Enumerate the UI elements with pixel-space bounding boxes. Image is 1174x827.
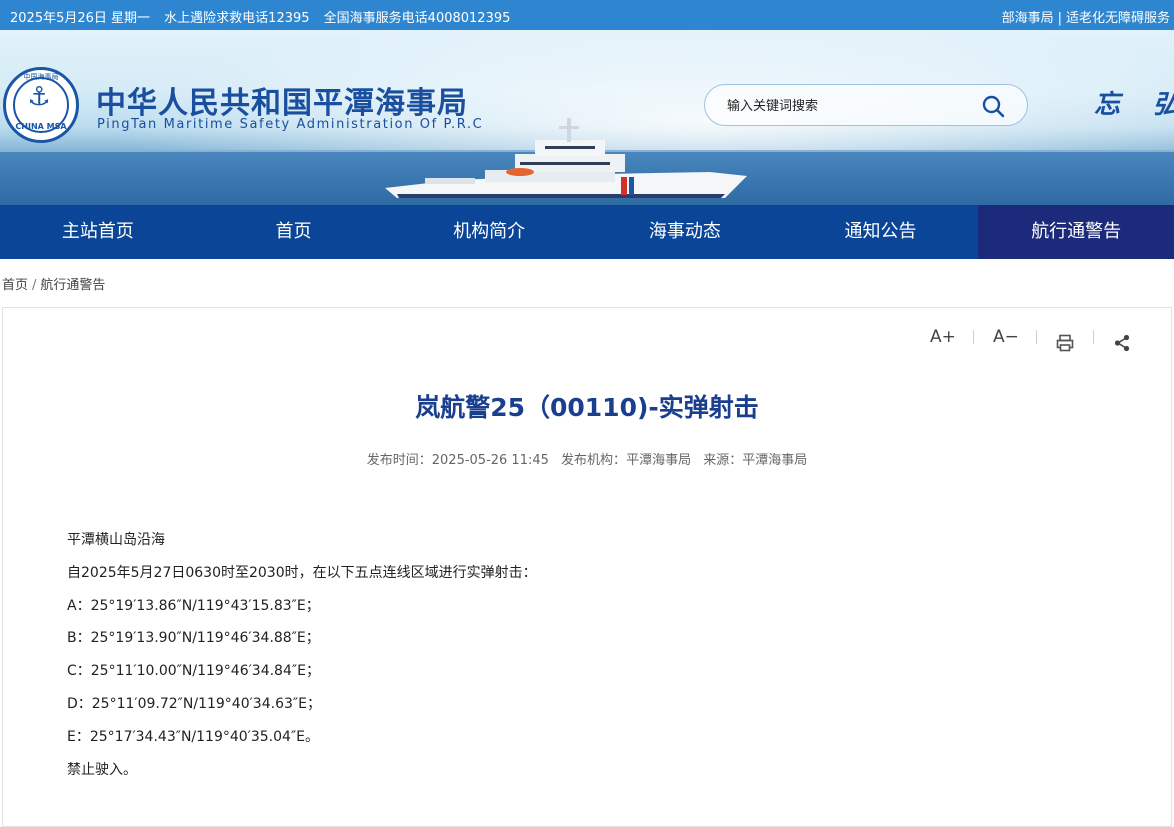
toolbar-divider bbox=[973, 330, 974, 344]
search-icon[interactable] bbox=[981, 94, 1005, 118]
nav-item-news[interactable]: 海事动态 bbox=[587, 205, 783, 259]
msa-logo[interactable]: 中国海事局 ⚓ CHINA MSA bbox=[3, 67, 79, 143]
header-banner: 2025年5月26日 星期一 水上遇险求救电话12395 全国海事服务电话400… bbox=[0, 0, 1174, 205]
article-body: 平潭横山岛沿海 自2025年5月27日0630时至2030时，在以下五点连线区域… bbox=[67, 530, 1107, 792]
share-icon[interactable] bbox=[1113, 328, 1131, 358]
article-card: A+ A− 岚航警25（00110)-实弹射击 发布时间：2025-05-26 … bbox=[2, 307, 1172, 827]
toolbar-divider bbox=[1093, 330, 1094, 344]
link-divider: | bbox=[1057, 11, 1062, 26]
font-decrease-button[interactable]: A− bbox=[993, 322, 1019, 352]
publishing-org-field: 发布机构：平潭海事局 bbox=[561, 453, 691, 468]
accessible-service-link[interactable]: 适老化无障碍服务 bbox=[1066, 11, 1170, 26]
motto-calligraphy: 忘 弘 bbox=[1094, 90, 1174, 120]
coordinate-point-a: A：25°19′13.86″N/119°43′15.83″E； bbox=[67, 597, 320, 614]
breadcrumb-home[interactable]: 首页 bbox=[2, 278, 28, 293]
publishing-org-label: 发布机构： bbox=[561, 453, 627, 468]
publish-time-field: 发布时间：2025-05-26 11:45 bbox=[367, 453, 549, 468]
top-links: 部海事局 | 适老化无障碍服务 bbox=[1002, 7, 1170, 26]
search-input[interactable] bbox=[727, 95, 967, 117]
breadcrumb: 首页 / 航行通警告 bbox=[2, 274, 105, 293]
coordinate-point-c: C：25°11′10.00″N/119°46′34.84″E； bbox=[67, 663, 320, 680]
print-icon[interactable] bbox=[1056, 328, 1074, 358]
article-paragraph: 平潭横山岛沿海 bbox=[67, 532, 165, 548]
publish-time-label: 发布时间： bbox=[366, 453, 432, 468]
rescue-hotline: 水上遇险求救电话12395 bbox=[164, 11, 310, 26]
article-title: 岚航警25（00110)-实弹射击 bbox=[415, 393, 759, 422]
breadcrumb-separator: / bbox=[32, 278, 37, 293]
article-paragraph: 自2025年5月27日0630时至2030时，在以下五点连线区域进行实弹射击： bbox=[67, 564, 537, 581]
nav-item-about[interactable]: 机构简介 bbox=[391, 205, 587, 259]
font-increase-button[interactable]: A+ bbox=[930, 322, 956, 352]
nav-item-main-home[interactable]: 主站首页 bbox=[0, 205, 196, 259]
article-toolbar: A+ A− bbox=[3, 322, 1171, 352]
nav-item-navigation-warnings[interactable]: 航行通警告 bbox=[978, 205, 1174, 259]
publish-time-value: 2025-05-26 11:45 bbox=[431, 453, 549, 468]
logo-ring-bottom-text: CHINA MSA bbox=[15, 122, 67, 131]
coordinate-point-b: B：25°19′13.90″N/119°46′34.88″E； bbox=[67, 630, 320, 647]
patrol-ship-image bbox=[385, 118, 747, 198]
coordinate-point-d: D：25°11′09.72″N/119°40′34.63″E； bbox=[67, 695, 321, 712]
coordinate-point-e: E：25°17′34.43″N/119°40′35.04″E。 bbox=[67, 728, 320, 745]
search-box bbox=[704, 84, 1028, 126]
service-hotline: 全国海事服务电话4008012395 bbox=[323, 11, 511, 26]
logo-ring-top-text: 中国海事局 bbox=[23, 73, 59, 81]
current-date: 2025年5月26日 星期一 bbox=[10, 11, 151, 26]
nav-item-notices[interactable]: 通知公告 bbox=[783, 205, 979, 259]
top-info-bar: 2025年5月26日 星期一 水上遇险求救电话12395 全国海事服务电话400… bbox=[0, 0, 1174, 30]
source-field: 来源：平潭海事局 bbox=[703, 453, 807, 468]
toolbar-divider bbox=[1036, 330, 1037, 344]
ministry-link[interactable]: 部海事局 bbox=[1002, 11, 1054, 26]
article-paragraph: 禁止驶入。 bbox=[67, 761, 137, 778]
article-meta: 发布时间：2025-05-26 11:45 发布机构：平潭海事局 来源：平潭海事… bbox=[3, 449, 1171, 468]
breadcrumb-current[interactable]: 航行通警告 bbox=[40, 278, 105, 293]
top-info-left: 2025年5月26日 星期一 水上遇险求救电话12395 全国海事服务电话400… bbox=[10, 7, 520, 26]
nav-item-home[interactable]: 首页 bbox=[196, 205, 392, 259]
source-value: 平潭海事局 bbox=[742, 453, 808, 468]
publishing-org-value: 平潭海事局 bbox=[626, 453, 692, 468]
source-label: 来源： bbox=[703, 453, 743, 468]
main-nav: 主站首页 首页 机构简介 海事动态 通知公告 航行通警告 bbox=[0, 205, 1174, 259]
anchor-icon: ⚓ bbox=[27, 82, 51, 112]
